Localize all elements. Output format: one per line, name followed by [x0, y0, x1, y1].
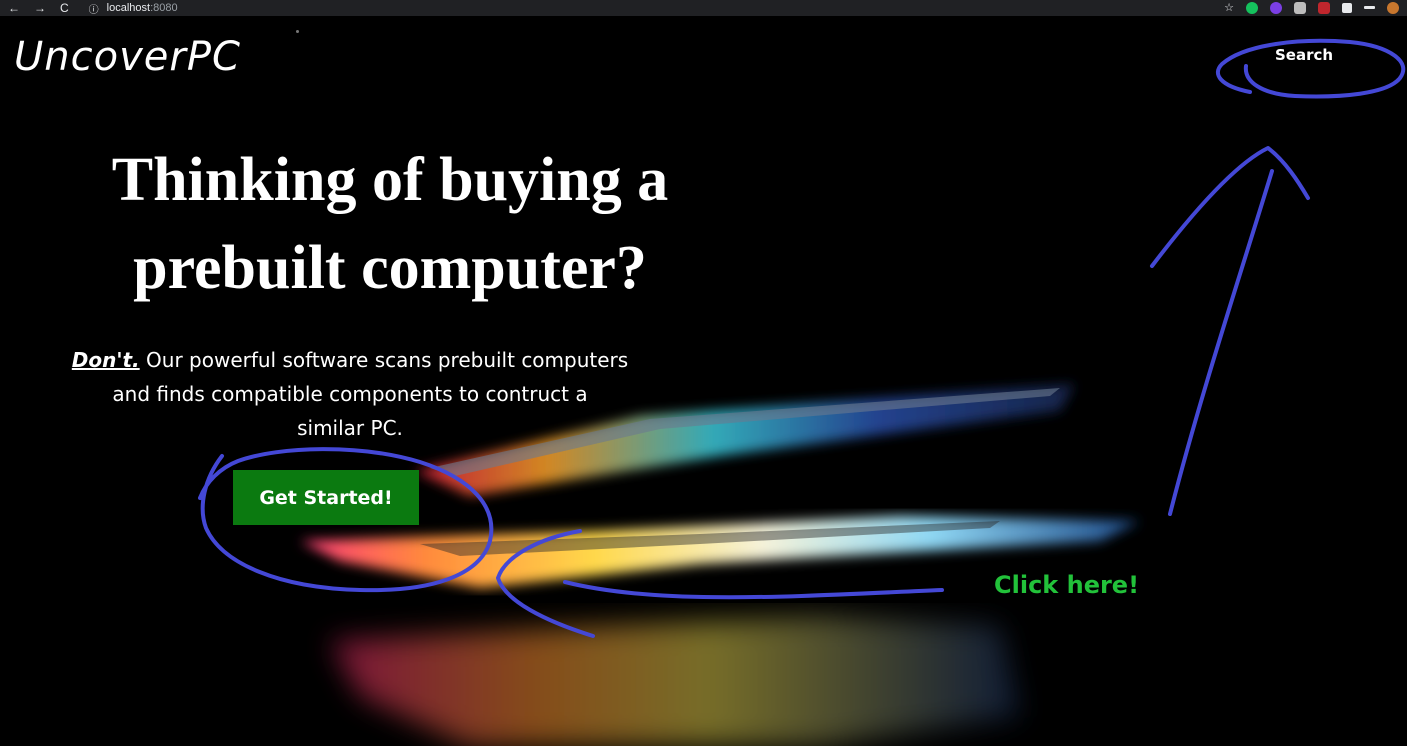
- grammarly-extension-icon[interactable]: [1246, 1, 1258, 14]
- shield-extension-icon[interactable]: [1294, 1, 1306, 14]
- dont-emphasis: Don't.: [71, 348, 140, 372]
- headline-line-1: Thinking of buying a: [111, 146, 669, 214]
- browser-toolbar: ← → C ⓘ localhost:8080 ☆: [0, 0, 1407, 16]
- back-icon[interactable]: ←: [8, 1, 20, 15]
- forward-icon[interactable]: →: [34, 1, 46, 15]
- site-logo[interactable]: UncoverPC: [14, 34, 241, 80]
- description-line-2: and finds compatible components to contr…: [112, 382, 588, 406]
- info-icon[interactable]: ⓘ: [89, 1, 99, 16]
- hero-description: Don't. Our powerful software scans prebu…: [20, 343, 680, 445]
- profile-avatar[interactable]: [1387, 1, 1399, 14]
- url-host: localhost: [106, 2, 151, 14]
- moon-extension-icon[interactable]: [1270, 1, 1282, 14]
- ublock-extension-icon[interactable]: [1318, 1, 1330, 14]
- reload-icon[interactable]: C: [60, 1, 69, 15]
- get-started-button[interactable]: Get Started!: [233, 470, 419, 525]
- description-line-3: similar PC.: [297, 416, 403, 440]
- search-link[interactable]: Search: [1275, 46, 1333, 64]
- reading-list-icon[interactable]: [1364, 6, 1375, 9]
- headline-line-2: prebuilt computer?: [133, 234, 647, 302]
- hero-headline: Thinking of buying a prebuilt computer?: [40, 136, 740, 312]
- click-here-annotation: Click here!: [994, 571, 1140, 599]
- bookmark-star-icon[interactable]: ☆: [1224, 1, 1234, 14]
- hero-section: UncoverPC Search Thinking of buying a pr…: [0, 16, 1407, 746]
- url-port: :8080: [150, 2, 178, 14]
- browser-nav: ← → C: [0, 1, 69, 15]
- address-bar[interactable]: ⓘ localhost:8080: [89, 1, 178, 16]
- logo-dot: [296, 30, 299, 33]
- puzzle-icon[interactable]: [1342, 2, 1352, 13]
- description-line-1: Our powerful software scans prebuilt com…: [139, 348, 629, 372]
- browser-extensions: ☆: [1224, 1, 1399, 14]
